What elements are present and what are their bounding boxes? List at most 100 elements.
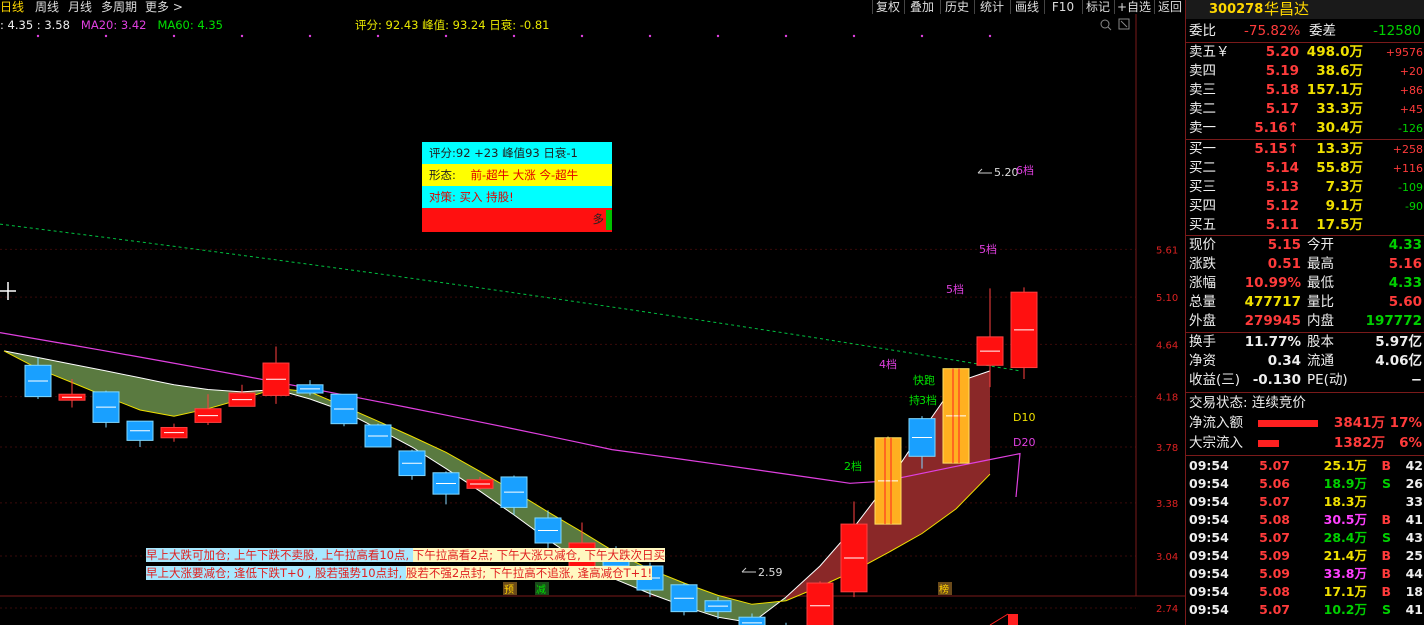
tick-side: S	[1381, 476, 1391, 491]
infobox-pattern-label: 形态:	[429, 168, 456, 182]
infobox-score-row: 评分:92 +23 峰值93 日衰-1	[422, 142, 612, 164]
tick-price: 5.06	[1259, 476, 1290, 491]
candle-body	[738, 616, 766, 625]
separator	[1186, 392, 1424, 393]
order-label: 买一	[1189, 141, 1216, 157]
signal-dot-row	[36, 34, 992, 38]
crosshair-icon[interactable]	[0, 282, 16, 300]
toolbar-f10-button[interactable]: F10	[1044, 0, 1081, 14]
signal-dot	[240, 34, 244, 38]
signal-hold-label: 持	[909, 393, 920, 407]
toolbar-mark-button[interactable]: 标记	[1082, 0, 1113, 14]
toolbar-fuquan-button[interactable]: 复权	[872, 0, 903, 14]
candle	[432, 471, 460, 505]
quote-row: 外盘 279945 内盘 197772	[1186, 312, 1424, 331]
buy-order-row: 买一 5.15↑ 13.3万 +258	[1186, 140, 1424, 159]
d10-label: D10	[1013, 411, 1035, 424]
signal-dot	[308, 34, 312, 38]
tab-multi-period[interactable]: 多周期	[101, 0, 137, 14]
tab-more[interactable]: 更多 >	[145, 0, 183, 14]
stock-header: 300278 华昌达	[1186, 0, 1424, 19]
tab-daily[interactable]: 日线	[0, 0, 24, 14]
d20-label: D20	[1013, 436, 1035, 449]
fund-row: 换手 11.77% 股本 5.97亿	[1186, 333, 1424, 352]
tick-count: 26	[1405, 476, 1423, 491]
tick-volume: 18.3万	[1323, 494, 1367, 509]
bottom-tag-jian: 减	[535, 582, 549, 596]
stage-label-6: 6档	[1016, 163, 1034, 177]
sell-order-row: 卖四 5.19 38.6万 +20	[1186, 62, 1424, 81]
fund-row: 净资 0.34 流通 4.06亿	[1186, 352, 1424, 371]
bottom-tag-yu: 预	[503, 582, 517, 596]
fund-value: −	[1410, 372, 1422, 388]
order-label: 卖五￥	[1189, 44, 1230, 60]
candle	[942, 368, 970, 464]
sell-order-row: 卖一 5.16↑ 30.4万 -126	[1186, 119, 1424, 138]
flow-label: 大宗流入	[1189, 435, 1243, 451]
stage-label-3: 3档	[919, 393, 937, 407]
quote-label: 今开	[1307, 237, 1334, 253]
y-axis-tick-label: 3.38	[1156, 499, 1178, 510]
weibi-value: -75.82%	[1244, 23, 1301, 39]
fund-value: 4.06亿	[1375, 353, 1422, 369]
tab-weekly[interactable]: 周线	[35, 0, 59, 14]
y-axis-tick-label: 5.61	[1156, 245, 1178, 256]
quote-value: 5.15	[1267, 237, 1301, 253]
order-label: 卖四	[1189, 63, 1216, 79]
high-price-label: 5.20	[994, 166, 1019, 179]
toolbar-overlay-button[interactable]: 叠加	[904, 0, 939, 14]
toolbar-history-button[interactable]: 历史	[940, 0, 973, 14]
svg-text:减: 减	[536, 584, 546, 596]
tick-volume: 28.4万	[1323, 530, 1367, 545]
order-volume: 38.6万	[1316, 63, 1363, 79]
order-label: 卖一	[1189, 120, 1216, 136]
toolbar-draw-button[interactable]: 画线	[1010, 0, 1043, 14]
infobox-signal-row: 多	[422, 208, 612, 232]
toolbar-add-watchlist-button[interactable]: +自选	[1114, 0, 1153, 14]
toolbar-back-button[interactable]: 返回	[1154, 0, 1185, 14]
quote-value: 279945	[1244, 313, 1301, 329]
trading-tips-box: 早上大跌可加仓; 上午下跌不卖股, 上午拉高看10点, 下午拉高看2点; 下午大…	[146, 546, 665, 583]
fund-value: 11.77%	[1244, 334, 1301, 350]
quote-panel: 300278 华昌达 委比 -75.82% 委差 -12580 卖五￥ 5.20 4…	[1185, 0, 1424, 625]
order-change: +9576	[1385, 46, 1423, 59]
order-price: 5.17	[1265, 101, 1299, 117]
toolbar-stats-button[interactable]: 统计	[974, 0, 1009, 14]
quote-value: 5.60	[1388, 294, 1422, 310]
tick-count: 18	[1405, 584, 1423, 599]
kline-chart[interactable]: 5.61 5.10 4.64 4.18 3.78 3.38 3.04 2.74 2.59 5.…	[0, 14, 1185, 625]
order-change: +86	[1399, 84, 1423, 97]
tick-time: 09:54	[1189, 458, 1229, 473]
tick-time: 09:54	[1189, 548, 1229, 563]
low-price-marker: 2.59	[741, 566, 783, 579]
y-axis: 5.61 5.10 4.64 4.18 3.78 3.38 3.04 2.74	[1156, 245, 1178, 615]
quote-row: 现价 5.15 今开 4.33	[1186, 236, 1424, 255]
order-price: 5.16↑	[1254, 120, 1299, 136]
tick-volume: 10.2万	[1323, 602, 1367, 617]
tick-count: 43	[1405, 530, 1423, 545]
tick-side: S	[1381, 602, 1391, 617]
signal-dot	[648, 34, 652, 38]
y-axis-tick-label: 4.64	[1156, 340, 1178, 351]
tab-monthly[interactable]: 月线	[68, 0, 92, 14]
chart-settings-icons[interactable]	[1100, 18, 1130, 31]
tick-volume: 18.9万	[1323, 476, 1367, 491]
tick-time: 09:54	[1189, 584, 1229, 599]
tick-price: 5.08	[1259, 584, 1290, 599]
quote-label: 内盘	[1307, 313, 1334, 329]
tick-row: 09:54 5.09 33.8万 B 44	[1186, 565, 1424, 583]
tick-price: 5.07	[1259, 530, 1290, 545]
candle	[364, 423, 392, 448]
quote-label: 总量	[1189, 294, 1216, 310]
order-volume: 9.1万	[1325, 198, 1363, 214]
stage-label-4: 4档	[879, 357, 897, 371]
ma60-value: MA60: 4.35	[157, 18, 223, 32]
quote-value: 477717	[1244, 294, 1301, 310]
fund-label: 换手	[1189, 334, 1216, 350]
sell-order-row: 卖三 5.18 157.1万 +86	[1186, 81, 1424, 100]
signal-dot	[172, 34, 176, 38]
candle	[160, 423, 188, 442]
fund-value: 0.34	[1267, 353, 1301, 369]
candle	[398, 449, 426, 480]
ma20-value: MA20: 3.42	[80, 18, 147, 32]
